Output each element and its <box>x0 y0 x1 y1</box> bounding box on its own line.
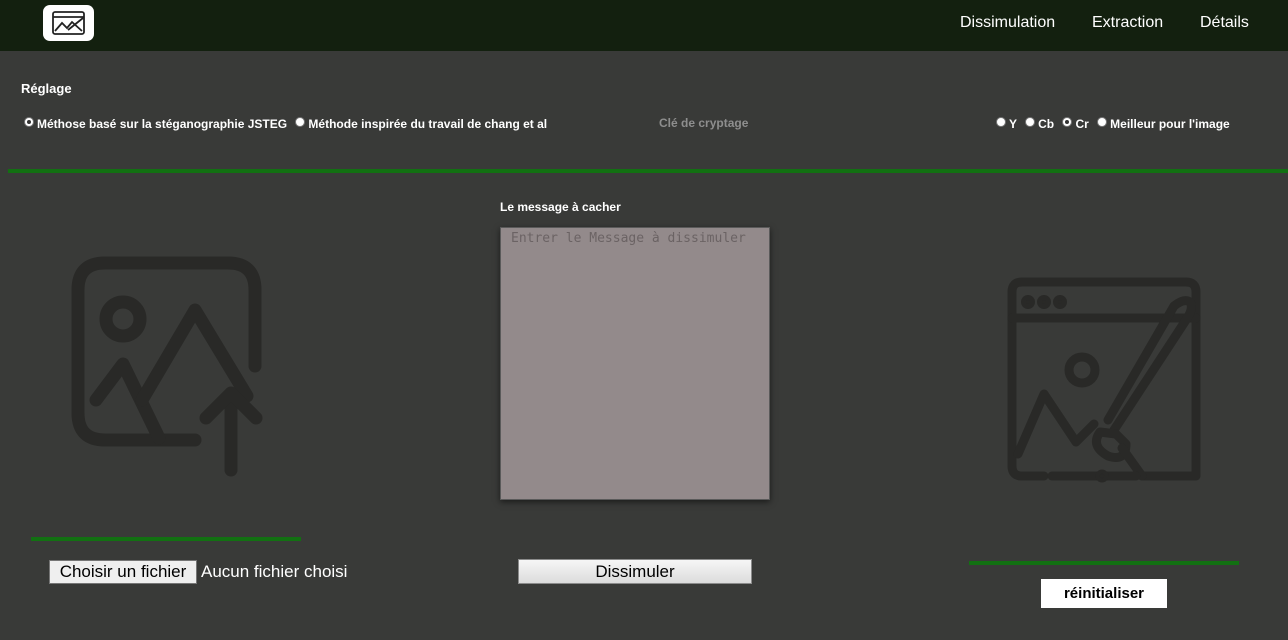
image-edit-icon <box>1004 272 1204 489</box>
channel-cr-label: Cr <box>1075 117 1089 131</box>
settings-divider <box>8 169 1288 173</box>
message-textarea[interactable] <box>500 227 770 500</box>
radio-method-jsteg[interactable] <box>24 117 34 127</box>
file-status: Aucun fichier choisi <box>201 562 348 581</box>
radio-channel-best[interactable] <box>1097 117 1108 127</box>
channel-y-label: Y <box>1009 117 1017 131</box>
channel-options: Y Cb Cr Meilleur pour l'image <box>996 117 1230 131</box>
nav-dissimulation[interactable]: Dissimulation <box>960 14 1055 32</box>
encryption-key-field[interactable]: Clé de cryptage <box>659 116 748 130</box>
settings-title: Réglage <box>21 81 72 96</box>
nav-details[interactable]: Détails <box>1200 14 1249 32</box>
nav-extraction[interactable]: Extraction <box>1092 14 1163 32</box>
output-divider <box>969 561 1239 565</box>
channel-cb-label: Cb <box>1038 117 1055 131</box>
message-label: Le message à cacher <box>500 200 621 214</box>
image-upload-icon[interactable] <box>60 248 270 483</box>
method-options: Méthose basé sur la stéganographie JSTEG… <box>19 117 569 131</box>
choose-file-button[interactable]: Choisir un fichier <box>49 560 197 584</box>
radio-method-chang[interactable] <box>295 117 306 127</box>
navbar: Dissimulation Extraction Détails <box>0 0 1288 51</box>
channel-best-label: Meilleur pour l'image <box>1110 117 1230 131</box>
radio-channel-cr[interactable] <box>1062 117 1073 127</box>
radio-channel-cb[interactable] <box>1025 117 1036 127</box>
hide-button[interactable]: Dissimuler <box>518 559 752 584</box>
reset-button[interactable]: réinitialiser <box>1041 579 1167 608</box>
radio-channel-y[interactable] <box>996 117 1006 127</box>
upload-divider <box>31 537 301 541</box>
method-chang-label: Méthode inspirée du travail de chang et … <box>308 117 548 131</box>
logo-icon[interactable] <box>43 5 94 41</box>
method-jsteg-label: Méthose basé sur la stéganographie JSTEG <box>37 117 288 131</box>
